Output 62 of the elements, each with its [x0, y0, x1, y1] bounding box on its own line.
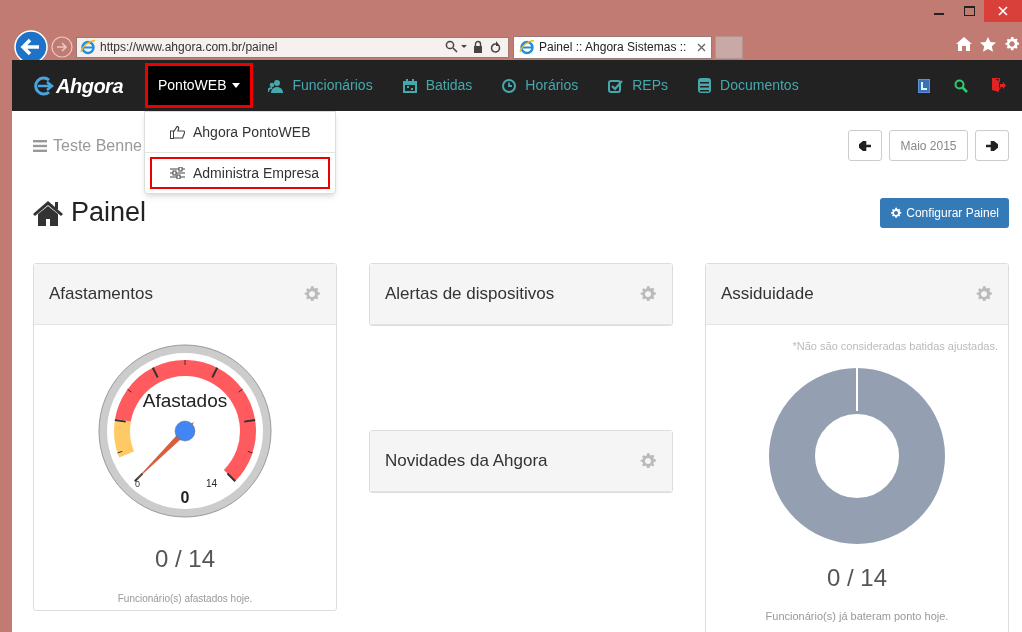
logo-icon: [32, 75, 54, 96]
settings-icon[interactable]: [303, 285, 321, 303]
browser-logo-icon: [80, 39, 96, 55]
page-heading: Painel: [71, 196, 147, 230]
checkbox-icon: [608, 78, 624, 93]
url-text: https://www.ahgora.com.br/painel: [100, 39, 279, 56]
panel-title: Novidades da Ahgora: [385, 450, 548, 473]
nav-link[interactable]: REPs: [593, 60, 684, 111]
people-icon: [268, 78, 284, 93]
dropdown-item[interactable]: Ahgora PontoWEB: [150, 116, 330, 148]
panel-title: Assiduidade: [721, 283, 814, 306]
browser-tab[interactable]: Painel :: Ahgora Sistemas ::: [513, 35, 712, 59]
nav-link[interactable]: Documentos: [683, 60, 814, 111]
menu-icon[interactable]: [33, 139, 47, 152]
gauge-needle: [136, 420, 196, 480]
period-label: Maio 2015: [889, 130, 968, 161]
close-icon[interactable]: [984, 0, 1022, 22]
gauge-min-label: 0: [135, 478, 140, 491]
next-button[interactable]: [975, 130, 1009, 161]
caret-icon: [232, 83, 241, 88]
caption-text: Funcionário(s) afastados hoje.: [117, 592, 253, 606]
address-bar[interactable]: https://www.ahgora.com.br/painel: [76, 36, 509, 58]
breadcrumb-text: Teste Benne: [53, 135, 142, 156]
clock-icon: [502, 78, 517, 93]
gauge-label: Afastados: [141, 389, 229, 413]
report-icon[interactable]: [918, 78, 930, 93]
caption-text: Funcionário(s) já bateram ponto hoje.: [765, 608, 949, 624]
arrow-left-icon: [859, 140, 871, 151]
brand-logo[interactable]: Ahgora: [32, 60, 123, 111]
arrow-right-icon: [986, 140, 998, 151]
home-icon[interactable]: [956, 37, 972, 51]
previous-button[interactable]: [848, 130, 882, 161]
close-icon[interactable]: [697, 42, 706, 52]
configure-button[interactable]: Configurar Painel: [880, 197, 1009, 228]
gauge-max-label: 14: [206, 477, 218, 491]
settings-icon[interactable]: [1004, 36, 1020, 52]
calendar-icon: [402, 78, 417, 93]
cabinet-icon: [698, 78, 712, 93]
settings-icon[interactable]: [639, 285, 657, 303]
browser-logo-icon: [519, 39, 535, 55]
count-text: 0 / 14: [826, 562, 887, 593]
nav-dropdown[interactable]: PontoWEB: [145, 63, 254, 108]
forward-button[interactable]: [51, 36, 73, 58]
settings-icon: [890, 206, 903, 219]
panel-title: Afastamentos: [49, 283, 153, 306]
settings-icon[interactable]: [975, 285, 993, 303]
thumbs-up-icon: [170, 125, 185, 139]
gauge-value: 0: [179, 488, 191, 508]
panel-title: Alertas de dispositivos: [385, 283, 555, 306]
sliders-icon: [170, 167, 185, 179]
nav-link[interactable]: Funcionários: [253, 60, 388, 111]
tab-title: Painel :: Ahgora Sistemas ::: [539, 39, 688, 56]
note-text: *Não são consideradas batidas ajustadas.: [792, 339, 999, 354]
nav-link[interactable]: Horários: [487, 60, 594, 111]
favorites-icon[interactable]: [980, 36, 996, 52]
count-text: 0 / 14: [154, 544, 215, 574]
nav-link[interactable]: Batidas: [387, 60, 488, 111]
home-icon: [33, 199, 63, 226]
logout-icon[interactable]: [992, 78, 1006, 93]
search-icon[interactable]: [954, 78, 968, 93]
settings-icon[interactable]: [639, 452, 657, 470]
dropdown-item[interactable]: Administra Empresa: [150, 157, 330, 189]
